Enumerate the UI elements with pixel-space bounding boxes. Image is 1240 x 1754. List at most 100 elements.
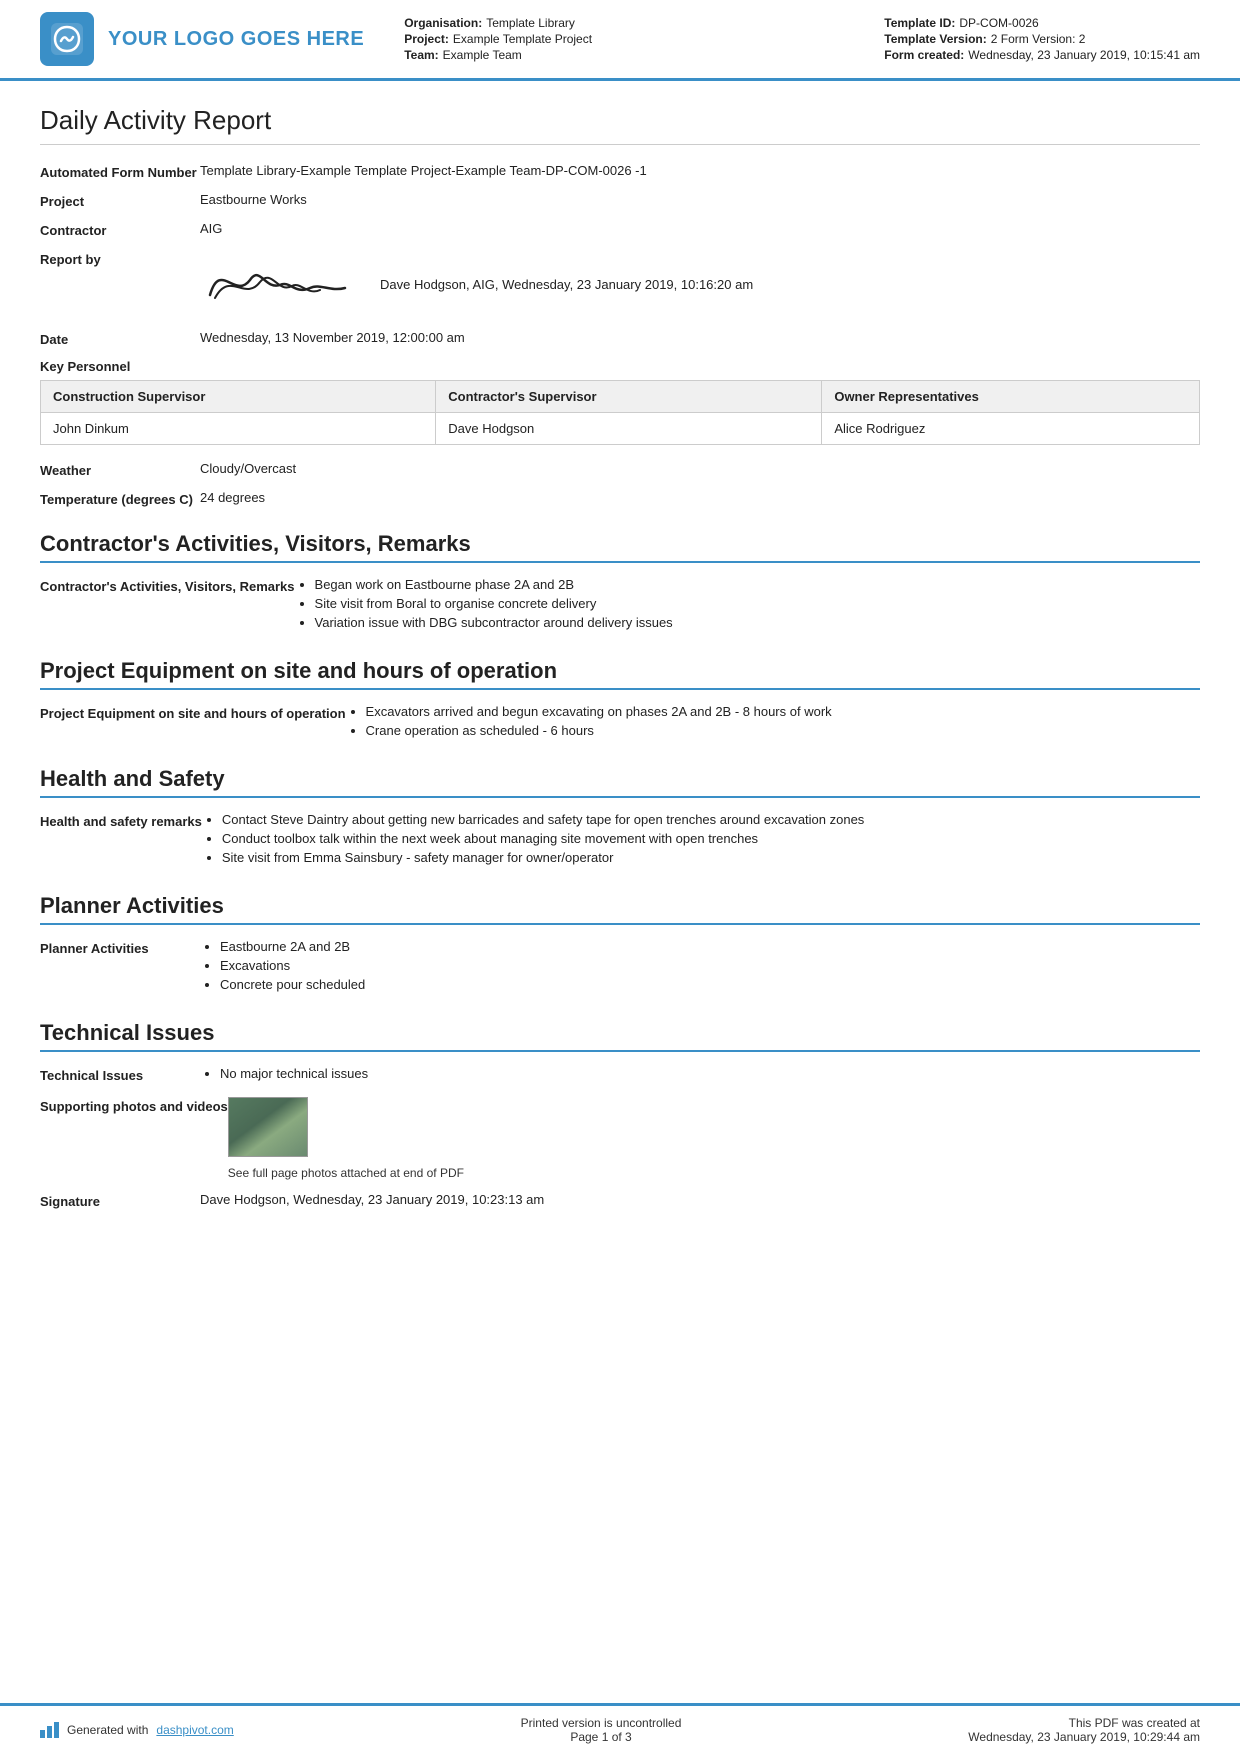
project-label: Project: [404,32,449,46]
pdf-created-value: Wednesday, 23 January 2019, 10:29:44 am [968,1730,1200,1744]
page-text: Page 1 of 3 [521,1730,682,1744]
contractor-field-value: AIG [200,221,1200,236]
health-safety-value: Contact Steve Daintry about getting new … [202,812,1200,869]
footer-bars-icon [40,1722,59,1738]
report-by-area: Dave Hodgson, AIG, Wednesday, 23 January… [200,250,1200,318]
automated-form-value: Template Library-Example Template Projec… [200,163,1200,178]
signature-drawing [200,250,360,318]
signature-field-row: Signature Dave Hodgson, Wednesday, 23 Ja… [40,1192,1200,1209]
col2-header: Contractor's Supervisor [436,381,822,413]
contractors-activities-heading: Contractor's Activities, Visitors, Remar… [40,531,1200,563]
weather-field-label: Weather [40,461,200,478]
template-id-row: Template ID: DP-COM-0026 [884,16,1200,30]
temperature-field-value: 24 degrees [200,490,1200,505]
list-item: Crane operation as scheduled - 6 hours [366,723,1200,738]
weather-field-row: Weather Cloudy/Overcast [40,461,1200,478]
content: Daily Activity Report Automated Form Num… [0,81,1240,1703]
project-equipment-list: Excavators arrived and begun excavating … [346,704,1200,738]
photos-label: Supporting photos and videos [40,1097,228,1114]
planner-activities-list: Eastbourne 2A and 2B Excavations Concret… [200,939,1200,992]
list-item: Eastbourne 2A and 2B [220,939,1200,954]
org-row: Organisation: Template Library [404,16,864,30]
list-item: Site visit from Emma Sainsbury - safety … [222,850,1200,865]
org-value: Template Library [486,16,575,30]
automated-form-label: Automated Form Number [40,163,200,180]
org-label: Organisation: [404,16,482,30]
header-right: Template ID: DP-COM-0026 Template Versio… [884,12,1200,66]
team-label: Team: [404,48,438,62]
header-meta: Organisation: Template Library Project: … [384,12,864,66]
photos-value: See full page photos attached at end of … [228,1097,1200,1180]
contractors-activities-label: Contractor's Activities, Visitors, Remar… [40,577,295,594]
list-item: Site visit from Boral to organise concre… [315,596,1200,611]
photo-thumbnail [228,1097,308,1157]
project-equipment-label: Project Equipment on site and hours of o… [40,704,346,721]
health-safety-list: Contact Steve Daintry about getting new … [202,812,1200,865]
report-by-label: Report by [40,250,200,267]
report-by-row: Report by Dave Hodgson, AIG, Wednesday, … [40,250,1200,318]
header: YOUR LOGO GOES HERE Organisation: Templa… [0,0,1240,81]
footer-logo [40,1722,59,1738]
health-safety-heading: Health and Safety [40,766,1200,798]
personnel-header-row: Construction Supervisor Contractor's Sup… [41,381,1200,413]
technical-issues-value: No major technical issues [200,1066,1200,1085]
project-row: Project: Example Template Project [404,32,864,46]
col3-value: Alice Rodriguez [822,413,1200,445]
automated-form-row: Automated Form Number Template Library-E… [40,163,1200,180]
bar1 [40,1730,45,1738]
photos-row: Supporting photos and videos See full pa… [40,1097,1200,1180]
template-version-label: Template Version: [884,32,986,46]
list-item: No major technical issues [220,1066,1200,1081]
key-personnel-label: Key Personnel [40,359,1200,374]
list-item: Variation issue with DBG subcontractor a… [315,615,1200,630]
technical-issues-list: No major technical issues [200,1066,1200,1081]
planner-activities-value: Eastbourne 2A and 2B Excavations Concret… [200,939,1200,996]
technical-issues-row: Technical Issues No major technical issu… [40,1066,1200,1085]
technical-issues-heading: Technical Issues [40,1020,1200,1052]
signature-field-value: Dave Hodgson, Wednesday, 23 January 2019… [200,1192,1200,1207]
planner-activities-heading: Planner Activities [40,893,1200,925]
health-safety-label: Health and safety remarks [40,812,202,829]
temperature-field-label: Temperature (degrees C) [40,490,200,507]
project-field-label: Project [40,192,200,209]
list-item: Excavations [220,958,1200,973]
contractors-activities-row: Contractor's Activities, Visitors, Remar… [40,577,1200,634]
project-equipment-value: Excavators arrived and begun excavating … [346,704,1200,742]
temperature-field-row: Temperature (degrees C) 24 degrees [40,490,1200,507]
project-field-row: Project Eastbourne Works [40,192,1200,209]
team-row: Team: Example Team [404,48,864,62]
team-value: Example Team [443,48,522,62]
generated-text: Generated with [67,1723,148,1737]
dashpivot-link[interactable]: dashpivot.com [156,1723,233,1737]
planner-activities-row: Planner Activities Eastbourne 2A and 2B … [40,939,1200,996]
report-title: Daily Activity Report [40,105,1200,145]
template-version-value: 2 Form Version: 2 [991,32,1086,46]
logo-text: YOUR LOGO GOES HERE [108,28,364,51]
list-item: Conduct toolbox talk within the next wee… [222,831,1200,846]
report-by-value: Dave Hodgson, AIG, Wednesday, 23 January… [380,277,753,292]
form-created-label: Form created: [884,48,964,62]
health-safety-row: Health and safety remarks Contact Steve … [40,812,1200,869]
list-item: Excavators arrived and begun excavating … [366,704,1200,719]
form-created-value: Wednesday, 23 January 2019, 10:15:41 am [968,48,1200,62]
contractors-activities-list: Began work on Eastbourne phase 2A and 2B… [295,577,1200,630]
bar2 [47,1726,52,1738]
project-value: Example Template Project [453,32,592,46]
uncontrolled-text: Printed version is uncontrolled [521,1716,682,1730]
footer: Generated with dashpivot.com Printed ver… [0,1703,1240,1754]
date-field-value: Wednesday, 13 November 2019, 12:00:00 am [200,330,1200,345]
footer-left: Generated with dashpivot.com [40,1722,234,1738]
photo-caption: See full page photos attached at end of … [228,1166,1200,1180]
logo-area: YOUR LOGO GOES HERE [40,12,364,66]
col1-header: Construction Supervisor [41,381,436,413]
template-id-value: DP-COM-0026 [959,16,1038,30]
template-version-row: Template Version: 2 Form Version: 2 [884,32,1200,46]
template-id-label: Template ID: [884,16,955,30]
personnel-data-row: John Dinkum Dave Hodgson Alice Rodriguez [41,413,1200,445]
col2-value: Dave Hodgson [436,413,822,445]
col3-header: Owner Representatives [822,381,1200,413]
bar3 [54,1722,59,1738]
planner-activities-label: Planner Activities [40,939,200,956]
logo-icon [40,12,94,66]
personnel-table: Construction Supervisor Contractor's Sup… [40,380,1200,445]
